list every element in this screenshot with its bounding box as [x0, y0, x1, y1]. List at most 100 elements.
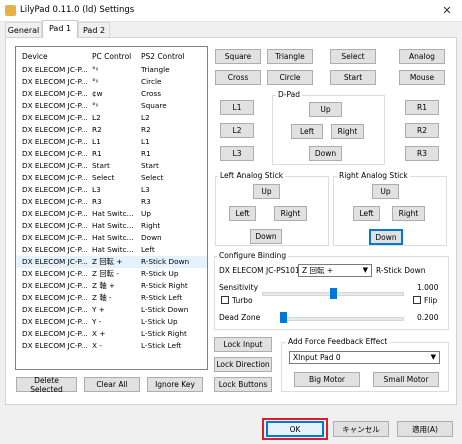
close-icon[interactable]: ✕ [432, 0, 462, 22]
list-item[interactable]: DX ELECOM JC-P... °ᵡ Triangle [16, 64, 207, 76]
list-cell-pc: Z 軸 + [92, 281, 116, 290]
dpad-label: D-Pad [276, 90, 303, 99]
ok-button[interactable]: OK [266, 421, 324, 437]
list-item[interactable]: DX ELECOM JC-P... Z 回転 - R-Stick Up [16, 268, 207, 280]
configure-binding-label: Configure Binding [217, 251, 289, 260]
list-cell-pc: R1 [92, 149, 102, 158]
column-header-pc-control[interactable]: PC Control [92, 52, 131, 61]
left-stick-up-button[interactable]: Up [253, 184, 280, 199]
big-motor-button[interactable]: Big Motor [294, 372, 360, 387]
axis-dropdown[interactable]: Z 回転 + ▼ [298, 264, 372, 277]
r3-button[interactable]: R3 [405, 146, 439, 161]
clear-all-button[interactable]: Clear All [84, 377, 140, 392]
column-header-device[interactable]: Device [22, 52, 48, 61]
small-motor-button[interactable]: Small Motor [373, 372, 439, 387]
l3-button[interactable]: L3 [220, 146, 254, 161]
list-item[interactable]: DX ELECOM JC-P... Hat Switc... Left [16, 244, 207, 256]
list-cell-ps2: R-Stick Right [141, 281, 188, 290]
left-stick-right-button[interactable]: Right [274, 206, 307, 221]
start-button[interactable]: Start [330, 70, 376, 85]
right-stick-left-button[interactable]: Left [353, 206, 380, 221]
cancel-button[interactable]: キャンセル [333, 421, 389, 437]
circle-button[interactable]: Circle [267, 70, 313, 85]
list-item[interactable]: DX ELECOM JC-P... L2 L2 [16, 112, 207, 124]
list-item[interactable]: DX ELECOM JC-P... Start Start [16, 160, 207, 172]
list-cell-pc: Z 軸 - [92, 293, 112, 302]
r1-button[interactable]: R1 [405, 100, 439, 115]
list-cell-ps2: R2 [141, 125, 151, 134]
dpad-down-button[interactable]: Down [309, 146, 342, 161]
apply-button[interactable]: 適用(A) [397, 421, 453, 437]
triangle-button[interactable]: Triangle [267, 49, 313, 64]
select-button[interactable]: Select [330, 49, 376, 64]
tab-pad-2[interactable]: Pad 2 [78, 22, 110, 38]
right-stick-up-button[interactable]: Up [372, 184, 399, 199]
list-item[interactable]: DX ELECOM JC-P... Z 軸 + R-Stick Right [16, 280, 207, 292]
left-stick-down-button[interactable]: Down [250, 229, 282, 244]
force-feedback-device-dropdown[interactable]: XInput Pad 0 ▼ [289, 351, 440, 364]
list-item[interactable]: DX ELECOM JC-P... L3 L3 [16, 184, 207, 196]
list-item[interactable]: DX ELECOM JC-P... R2 R2 [16, 124, 207, 136]
right-stick-down-button[interactable]: Down [369, 229, 403, 245]
mouse-button[interactable]: Mouse [399, 70, 445, 85]
chevron-down-icon: ▼ [362, 266, 368, 274]
dpad-right-button[interactable]: Right [331, 124, 364, 139]
list-item[interactable]: DX ELECOM JC-P... X + L-Stick Right [16, 328, 207, 340]
list-cell-ps2: R-Stick Down [141, 257, 190, 266]
left-stick-left-button[interactable]: Left [229, 206, 256, 221]
list-cell-ps2: Square [141, 101, 167, 110]
square-button[interactable]: Square [215, 49, 261, 64]
list-item[interactable]: DX ELECOM JC-P... °ᵡ Square [16, 100, 207, 112]
dead-zone-slider-track [280, 317, 404, 321]
l1-button[interactable]: L1 [220, 100, 254, 115]
list-cell-ps2: L-Stick Left [141, 341, 182, 350]
list-item[interactable]: DX ELECOM JC-P... Z 軸 - R-Stick Left [16, 292, 207, 304]
list-item[interactable]: DX ELECOM JC-P... Hat Switc... Up [16, 208, 207, 220]
cross-button[interactable]: Cross [215, 70, 261, 85]
configure-device-name: DX ELECOM JC-PS101U [219, 266, 299, 275]
list-item[interactable]: DX ELECOM JC-P... Hat Switc... Right [16, 220, 207, 232]
force-feedback-device-value: XInput Pad 0 [293, 353, 341, 362]
tab-pad-1[interactable]: Pad 1 [42, 20, 78, 38]
lock-input-button[interactable]: Lock Input [214, 337, 272, 352]
list-item[interactable]: DX ELECOM JC-P... °ᵡ Circle [16, 76, 207, 88]
analog-button[interactable]: Analog [399, 49, 445, 64]
list-cell-pc: Y + [92, 305, 105, 314]
list-cell-ps2: R3 [141, 197, 151, 206]
list-item[interactable]: DX ELECOM JC-P... Select Select [16, 172, 207, 184]
list-cell-device: DX ELECOM JC-P... [22, 245, 88, 254]
lock-direction-button[interactable]: Lock Direction [214, 357, 272, 372]
list-cell-device: DX ELECOM JC-P... [22, 125, 88, 134]
list-cell-ps2: Up [141, 209, 151, 218]
list-item[interactable]: DX ELECOM JC-P... R3 R3 [16, 196, 207, 208]
list-item[interactable]: DX ELECOM JC-P... Y + L-Stick Down [16, 304, 207, 316]
sensitivity-value: 1.000 [417, 283, 439, 292]
lock-buttons-button[interactable]: Lock Buttons [214, 377, 272, 392]
list-item[interactable]: DX ELECOM JC-P... X - L-Stick Left [16, 340, 207, 352]
sensitivity-slider-thumb[interactable] [329, 288, 337, 299]
flip-checkbox[interactable] [413, 296, 421, 304]
r2-button[interactable]: R2 [405, 123, 439, 138]
list-item[interactable]: DX ELECOM JC-P... ¢w Cross [16, 88, 207, 100]
list-cell-ps2: Down [141, 233, 162, 242]
dead-zone-slider-thumb[interactable] [280, 312, 287, 323]
list-cell-ps2: R-Stick Left [141, 293, 183, 302]
dpad-up-button[interactable]: Up [309, 102, 342, 117]
l2-button[interactable]: L2 [220, 123, 254, 138]
list-item[interactable]: DX ELECOM JC-P... Y - L-Stick Up [16, 316, 207, 328]
binding-list[interactable]: Device PC Control PS2 Control DX ELECOM … [15, 46, 208, 370]
dpad-left-button[interactable]: Left [291, 124, 323, 139]
list-cell-ps2: R-Stick Up [141, 269, 179, 278]
list-cell-ps2: L1 [141, 137, 150, 146]
turbo-checkbox[interactable] [221, 296, 229, 304]
delete-selected-button[interactable]: Delete Selected [16, 376, 77, 394]
list-item[interactable]: DX ELECOM JC-P... Z 回転 + R-Stick Down [16, 256, 207, 268]
ignore-key-button[interactable]: Ignore Key [147, 377, 203, 392]
list-item[interactable]: DX ELECOM JC-P... L1 L1 [16, 136, 207, 148]
tab-general[interactable]: General [5, 22, 42, 38]
list-item[interactable]: DX ELECOM JC-P... R1 R1 [16, 148, 207, 160]
list-item[interactable]: DX ELECOM JC-P... Hat Switc... Down [16, 232, 207, 244]
list-cell-ps2: L-Stick Down [141, 305, 189, 314]
right-stick-right-button[interactable]: Right [392, 206, 425, 221]
column-header-ps2-control[interactable]: PS2 Control [141, 52, 185, 61]
